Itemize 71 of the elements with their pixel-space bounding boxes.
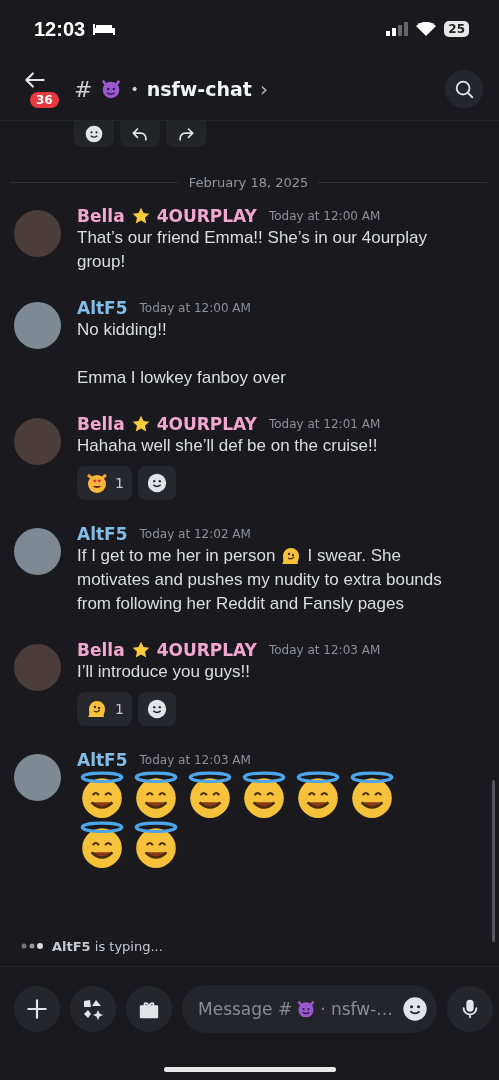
add-reaction-icon	[145, 698, 168, 720]
avatar-placeholder	[14, 302, 61, 349]
message-text: Hahaha well she’ll def be on the cruise!!	[77, 435, 378, 457]
typing-dots-icon	[20, 942, 46, 950]
message-text: If I get to me her in person	[77, 545, 276, 567]
status-time: 12:03	[34, 17, 86, 41]
reaction-button[interactable]	[74, 121, 114, 147]
star-icon	[130, 640, 151, 660]
message-text: Emma I lowkey fanboy over	[77, 367, 286, 389]
bed-icon	[93, 22, 116, 36]
channel-hash: #	[74, 76, 93, 102]
devil-face-icon	[296, 999, 317, 1019]
signal-icon	[386, 22, 409, 36]
author-name: Bella	[77, 640, 125, 660]
author-name: AltF5	[77, 524, 128, 544]
gift-button[interactable]	[126, 986, 172, 1032]
apps-button[interactable]	[70, 986, 116, 1032]
avatar-placeholder	[14, 754, 61, 801]
wifi-icon	[416, 21, 437, 37]
forward-button[interactable]	[166, 121, 206, 147]
message-text: I’ll introduce you guys!!	[77, 661, 250, 683]
title-separator: •	[130, 81, 139, 97]
add-button[interactable]	[14, 986, 60, 1032]
message-text: I swear. She	[307, 545, 401, 567]
star-icon	[130, 414, 151, 434]
date-divider: February 18, 2025	[188, 175, 309, 190]
author-name: AltF5	[77, 298, 128, 318]
devil-face-icon	[100, 78, 123, 100]
message-text: motivates and pushes my nudity to extra bounds	[77, 569, 442, 591]
message-text: That’s our friend Emma!! She’s in our 4ourplay group!	[77, 227, 428, 273]
avatar-placeholder	[14, 418, 61, 465]
add-reaction-icon	[145, 472, 168, 494]
message-time: Today at 12:03 AM	[268, 643, 381, 657]
emoji-icon	[400, 995, 429, 1023]
reaction-chip[interactable]: 1	[77, 466, 132, 500]
author-name: AltF5	[77, 750, 128, 770]
message-time: Today at 12:01 AM	[268, 417, 381, 431]
message-text: No kidding!!	[77, 319, 167, 341]
message-time: Today at 12:03 AM	[139, 753, 251, 767]
placeholder-text: Message #	[198, 999, 293, 1019]
search-icon	[453, 78, 475, 100]
message-time: Today at 12:02 AM	[139, 527, 251, 541]
message-time: Today at 12:00 AM	[268, 209, 381, 223]
add-reaction-icon	[84, 124, 104, 144]
unread-badge: 36	[30, 92, 59, 108]
chevron: ›	[259, 77, 268, 101]
author-name: Bella	[77, 414, 125, 434]
reply-button[interactable]	[120, 121, 160, 147]
star-icon	[130, 206, 151, 226]
apps-icon	[81, 997, 105, 1021]
message-input[interactable]: Message # · nsfw-...	[182, 985, 437, 1033]
channel-name: nsfw-chat	[146, 78, 252, 100]
avatar-placeholder	[14, 210, 61, 257]
search-button[interactable]	[445, 70, 483, 108]
message-text: from following her Reddit and Fansly pages	[77, 593, 404, 615]
role-tag: 4OURPLAY	[156, 206, 257, 226]
message-time: Today at 12:00 AM	[139, 301, 251, 315]
role-tag: 4OURPLAY	[156, 414, 257, 434]
avatar-placeholder	[14, 644, 61, 691]
battery-level: 25	[444, 21, 469, 37]
add-reaction-button[interactable]	[137, 466, 176, 500]
add-reaction-button[interactable]	[137, 692, 176, 726]
heart-eyes-cat-icon	[85, 471, 109, 495]
reaction-chip[interactable]: 1	[77, 692, 132, 726]
typing-indicator: AltF5 is typing...	[52, 938, 163, 954]
plus-icon	[24, 996, 50, 1022]
placeholder-text: · nsfw-...	[320, 999, 393, 1019]
author-name: Bella	[77, 206, 125, 226]
voice-button[interactable]	[446, 986, 493, 1032]
role-tag: 4OURPLAY	[156, 640, 257, 660]
avatar-placeholder	[14, 528, 61, 575]
